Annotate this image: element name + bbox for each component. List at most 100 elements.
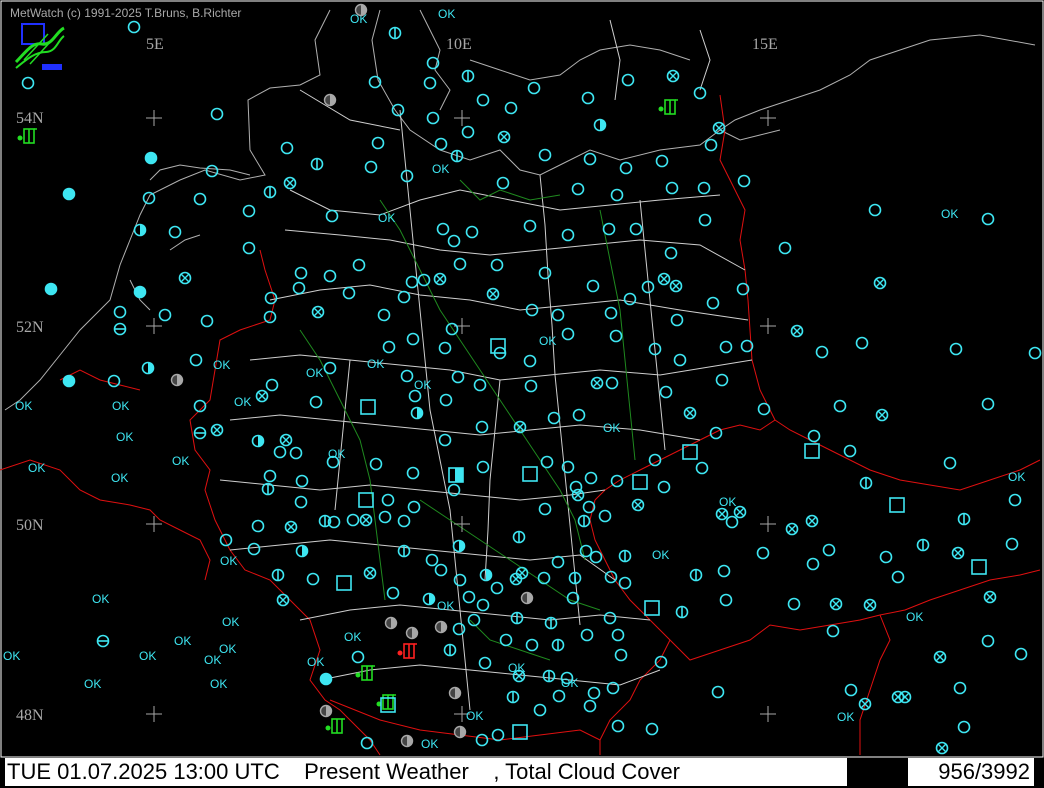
station-symbol[interactable] bbox=[294, 266, 308, 280]
station-symbol[interactable]: OK bbox=[220, 554, 237, 568]
station-symbol[interactable] bbox=[453, 573, 467, 587]
station-symbol[interactable] bbox=[621, 73, 635, 87]
station-symbol[interactable] bbox=[1028, 346, 1042, 360]
station-symbol[interactable] bbox=[790, 324, 804, 338]
station-symbol[interactable] bbox=[476, 93, 490, 107]
station-symbol[interactable] bbox=[605, 376, 619, 390]
station-symbol[interactable] bbox=[510, 611, 524, 625]
station-symbol[interactable] bbox=[737, 174, 751, 188]
station-symbol[interactable] bbox=[496, 176, 510, 190]
station-symbol[interactable] bbox=[378, 510, 392, 524]
station-symbol[interactable] bbox=[193, 426, 207, 440]
station-symbol[interactable] bbox=[325, 718, 346, 734]
station-symbol[interactable] bbox=[210, 423, 224, 437]
station-symbol[interactable] bbox=[590, 376, 604, 390]
station-symbol[interactable] bbox=[859, 476, 873, 490]
station-symbol[interactable] bbox=[524, 379, 538, 393]
station-symbol[interactable] bbox=[263, 185, 277, 199]
station-symbol[interactable] bbox=[354, 3, 368, 17]
station-symbol[interactable]: OK bbox=[367, 357, 384, 371]
station-symbol[interactable] bbox=[461, 69, 475, 83]
station-symbol[interactable] bbox=[447, 234, 461, 248]
station-symbol[interactable] bbox=[405, 275, 419, 289]
station-symbol[interactable] bbox=[711, 685, 725, 699]
station-symbol[interactable]: OK bbox=[219, 642, 236, 656]
station-symbol[interactable] bbox=[670, 313, 684, 327]
station-symbol[interactable] bbox=[957, 512, 971, 526]
station-symbol[interactable] bbox=[561, 228, 575, 242]
station-symbol[interactable] bbox=[405, 626, 419, 640]
station-symbol[interactable]: OK bbox=[414, 378, 431, 392]
station-symbol[interactable] bbox=[310, 157, 324, 171]
station-symbol[interactable] bbox=[479, 568, 493, 582]
station-symbol[interactable] bbox=[388, 26, 402, 40]
station-symbol[interactable] bbox=[475, 733, 489, 747]
station-symbol[interactable] bbox=[863, 598, 877, 612]
station-symbol[interactable] bbox=[311, 305, 325, 319]
station-symbol[interactable] bbox=[619, 161, 633, 175]
station-symbol[interactable] bbox=[538, 266, 552, 280]
station-symbol[interactable] bbox=[242, 204, 256, 218]
station-symbol[interactable] bbox=[855, 336, 869, 350]
station-symbol[interactable] bbox=[719, 593, 733, 607]
station-symbol[interactable] bbox=[453, 257, 467, 271]
station-symbol[interactable] bbox=[858, 697, 872, 711]
map-canvas[interactable]: 5E 10E 15E 54N 52N 50N 48N OK OKOKOK OKOKO… bbox=[0, 0, 1044, 760]
station-symbol[interactable] bbox=[158, 308, 172, 322]
station-symbol[interactable] bbox=[584, 471, 598, 485]
station-symbol[interactable] bbox=[611, 628, 625, 642]
station-symbol[interactable] bbox=[323, 269, 337, 283]
station-symbol[interactable] bbox=[1014, 647, 1028, 661]
station-symbol[interactable] bbox=[478, 656, 492, 670]
station-symbol[interactable] bbox=[664, 246, 678, 260]
station-symbol[interactable]: OK bbox=[307, 655, 324, 669]
station-symbol[interactable] bbox=[602, 222, 616, 236]
station-symbol[interactable] bbox=[659, 385, 673, 399]
station-symbol[interactable]: OK bbox=[539, 334, 556, 348]
station-symbol[interactable] bbox=[400, 734, 414, 748]
station-symbol[interactable]: OK bbox=[92, 592, 109, 606]
station-symbol[interactable] bbox=[438, 341, 452, 355]
station-symbol[interactable]: OK bbox=[111, 471, 128, 485]
station-symbol[interactable] bbox=[889, 497, 905, 513]
station-symbol[interactable] bbox=[323, 93, 337, 107]
station-symbol[interactable] bbox=[525, 303, 539, 317]
station-symbol[interactable] bbox=[443, 643, 457, 657]
station-symbol[interactable]: OK bbox=[652, 548, 669, 562]
station-symbol[interactable] bbox=[476, 598, 490, 612]
station-symbol[interactable] bbox=[916, 538, 930, 552]
station-symbol[interactable] bbox=[826, 624, 840, 638]
station-symbol[interactable] bbox=[1008, 493, 1022, 507]
station-symbol[interactable] bbox=[571, 488, 585, 502]
station-symbol[interactable] bbox=[450, 149, 464, 163]
station-symbol[interactable] bbox=[610, 474, 624, 488]
station-symbol[interactable] bbox=[410, 406, 424, 420]
weather-map[interactable]: 5E 10E 15E 54N 52N 50N 48N OK OK OK OK OK OK O… bbox=[0, 0, 1044, 788]
station-symbol[interactable] bbox=[843, 444, 857, 458]
station-symbol[interactable] bbox=[417, 273, 431, 287]
station-symbol[interactable] bbox=[715, 373, 729, 387]
station-symbol[interactable] bbox=[273, 445, 287, 459]
station-symbol[interactable] bbox=[648, 453, 662, 467]
station-symbol[interactable]: OK bbox=[432, 162, 449, 176]
station-symbol[interactable]: OK bbox=[112, 399, 129, 413]
station-symbol[interactable] bbox=[406, 332, 420, 346]
station-symbol[interactable] bbox=[292, 281, 306, 295]
station-symbol[interactable] bbox=[453, 725, 467, 739]
station-symbol[interactable] bbox=[251, 519, 265, 533]
station-symbol[interactable] bbox=[733, 505, 747, 519]
station-symbol[interactable] bbox=[709, 426, 723, 440]
station-symbol[interactable] bbox=[107, 374, 121, 388]
station-symbol[interactable] bbox=[113, 305, 127, 319]
station-symbol[interactable] bbox=[568, 571, 582, 585]
station-symbol[interactable] bbox=[462, 590, 476, 604]
station-symbol[interactable] bbox=[193, 192, 207, 206]
station-symbol[interactable] bbox=[433, 272, 447, 286]
station-symbol[interactable] bbox=[425, 553, 439, 567]
station-symbol[interactable] bbox=[807, 429, 821, 443]
station-symbol[interactable] bbox=[538, 502, 552, 516]
station-symbol[interactable] bbox=[476, 460, 490, 474]
station-symbol[interactable] bbox=[261, 482, 275, 496]
station-symbol[interactable] bbox=[96, 634, 110, 648]
station-symbol[interactable] bbox=[438, 433, 452, 447]
